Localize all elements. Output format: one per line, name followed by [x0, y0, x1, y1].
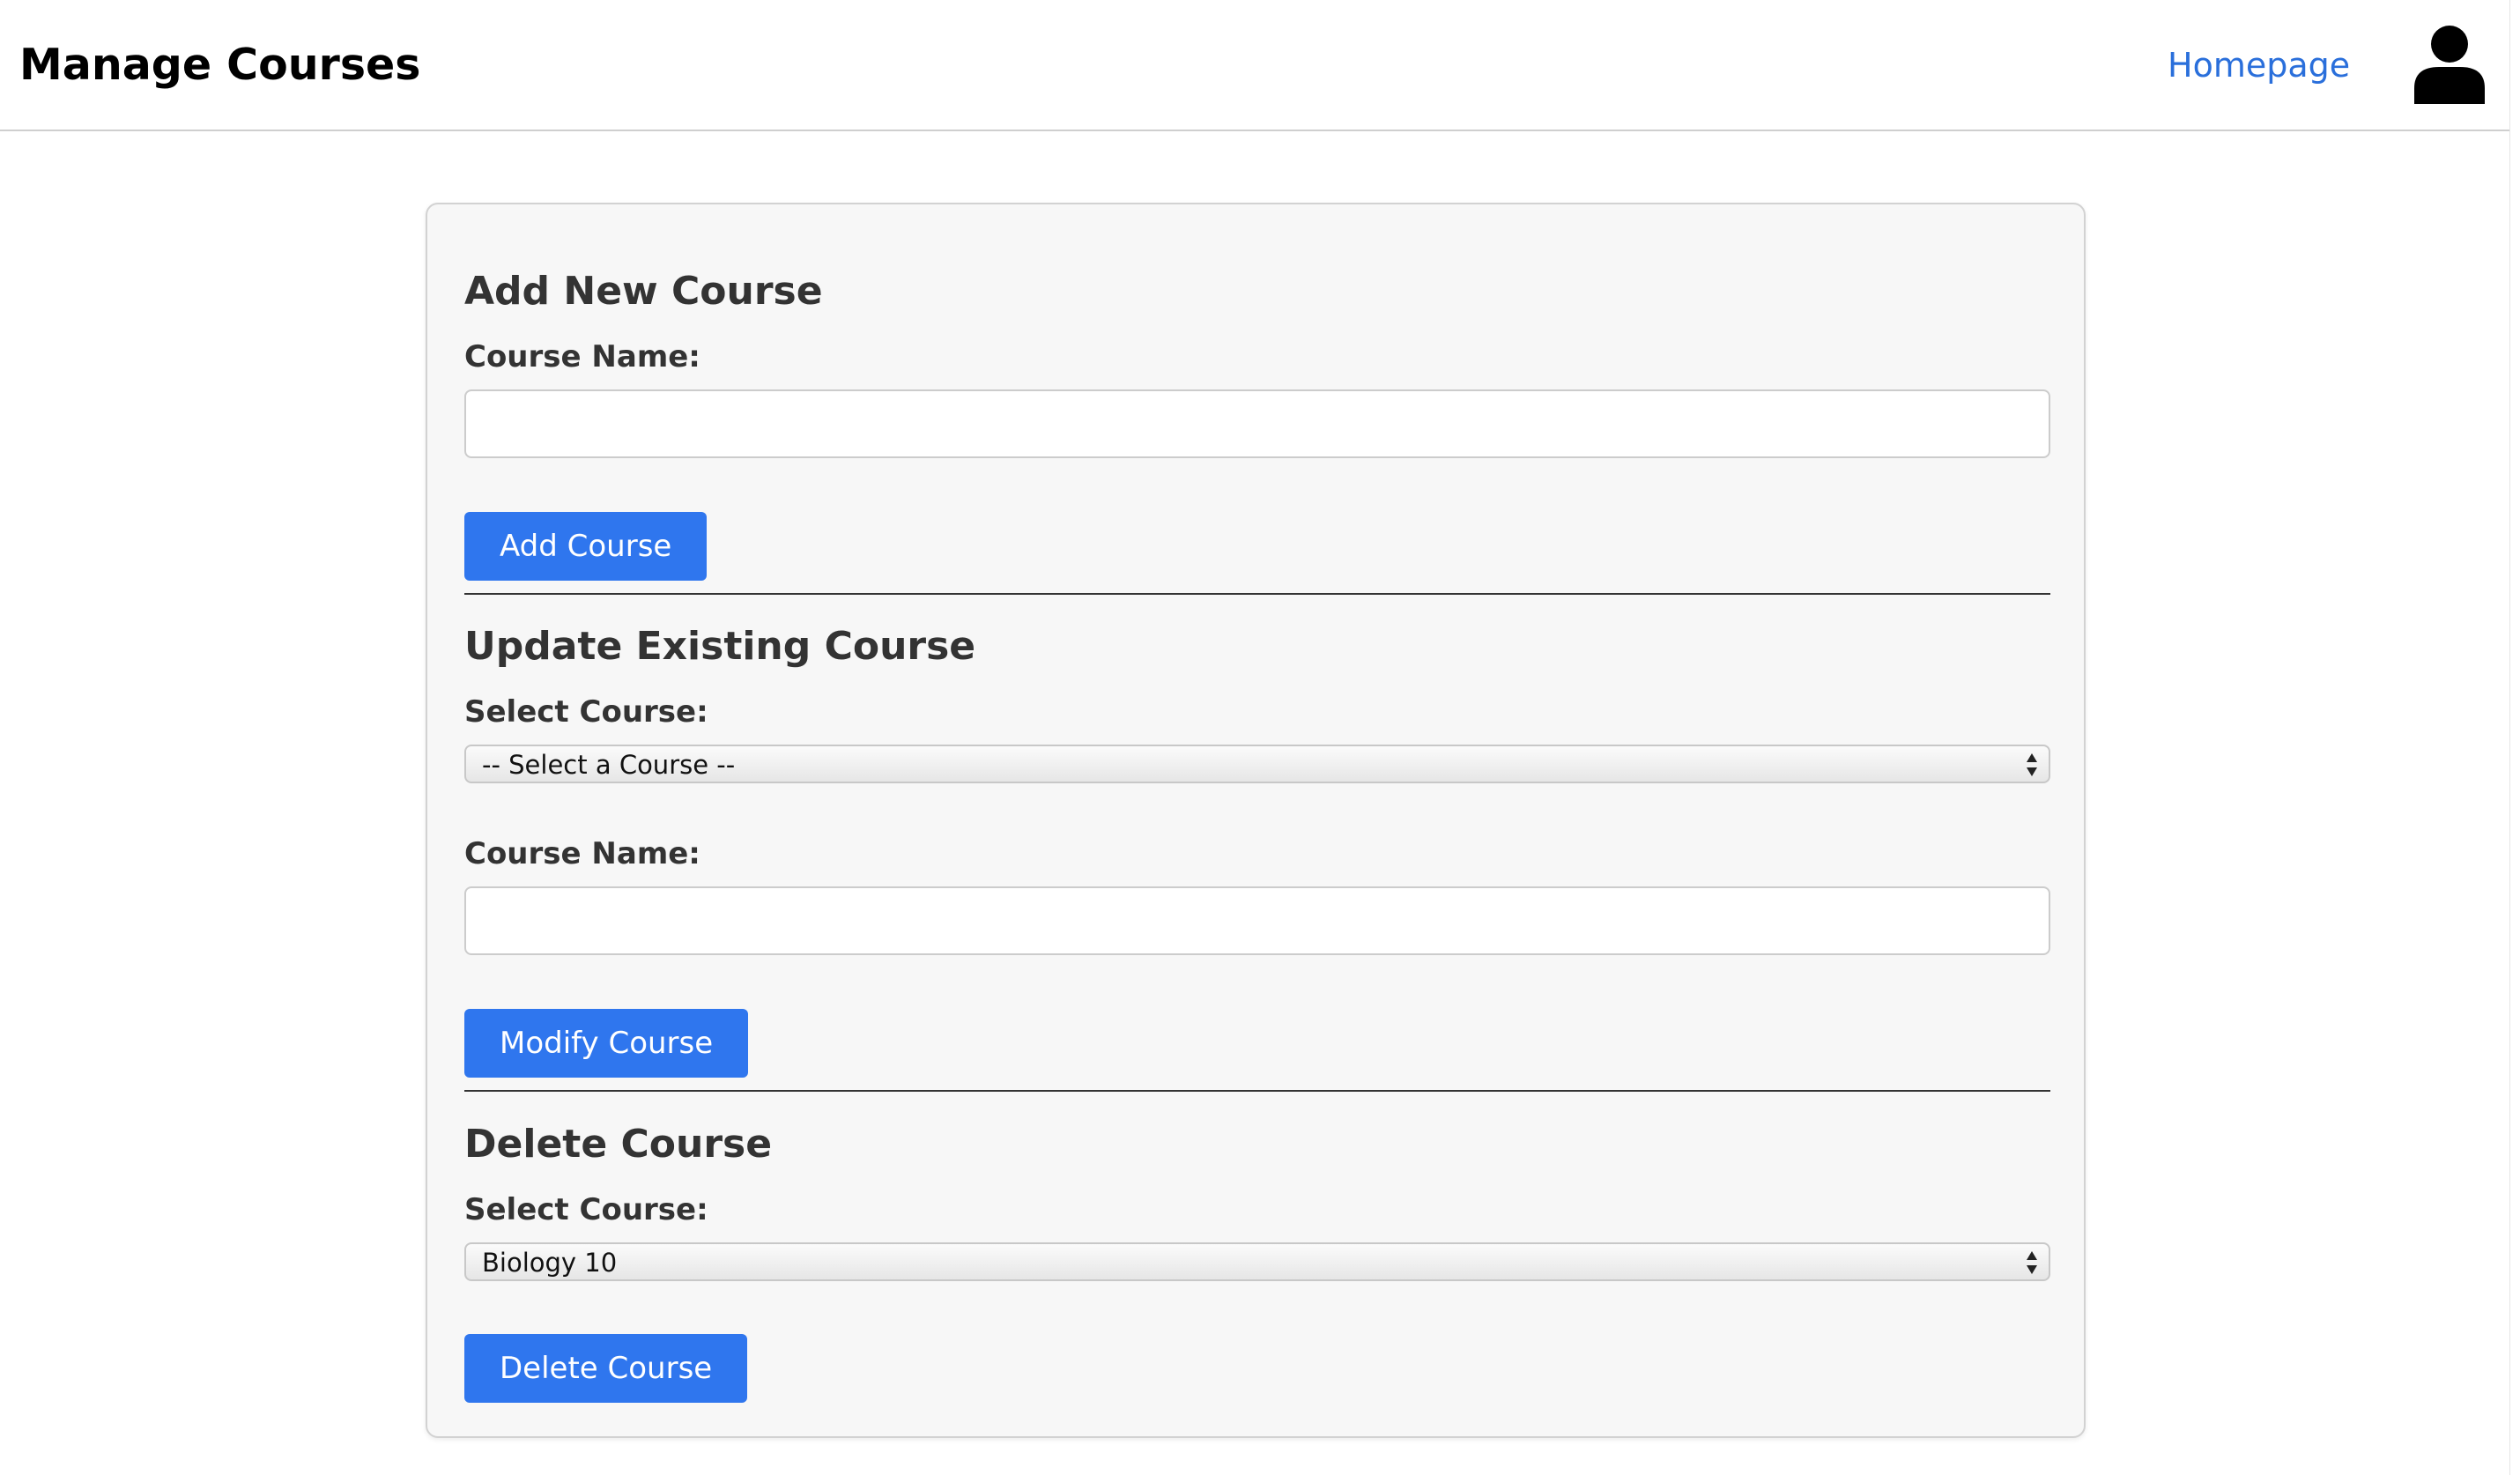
update-course-heading: Update Existing Course	[464, 624, 976, 669]
add-course-button[interactable]: Add Course	[464, 512, 708, 581]
update-course-select-label: Select Course:	[464, 694, 708, 730]
delete-course-button[interactable]: Delete Course	[464, 1334, 748, 1403]
page: Manage Courses Homepage Add New Course C…	[0, 0, 2520, 1475]
section-divider	[464, 1090, 2050, 1092]
add-course-name-input[interactable]	[464, 389, 2050, 458]
delete-course-select[interactable]: Biology 10	[464, 1242, 2050, 1281]
select-arrows-icon	[2027, 1251, 2037, 1274]
modify-course-button[interactable]: Modify Course	[464, 1009, 749, 1078]
update-course-name-input[interactable]	[464, 886, 2050, 955]
homepage-link[interactable]: Homepage	[2168, 44, 2350, 86]
add-course-heading: Add New Course	[464, 269, 823, 314]
page-title: Manage Courses	[19, 40, 421, 90]
manage-courses-card: Add New Course Course Name: Add Course U…	[426, 203, 2086, 1438]
top-header: Manage Courses Homepage	[0, 0, 2509, 131]
section-divider	[464, 593, 2050, 595]
add-course-name-label: Course Name:	[464, 339, 700, 374]
window-scroll-edge	[2509, 0, 2520, 1475]
delete-course-select-value: Biology 10	[482, 1248, 618, 1278]
user-icon-graphic	[2414, 26, 2485, 104]
delete-course-select-label: Select Course:	[464, 1192, 708, 1227]
update-course-name-label: Course Name:	[464, 836, 700, 871]
user-icon[interactable]	[2413, 25, 2487, 104]
delete-course-heading: Delete Course	[464, 1122, 773, 1167]
update-course-select-value: -- Select a Course --	[482, 750, 736, 780]
update-course-select[interactable]: -- Select a Course --	[464, 745, 2050, 783]
select-arrows-icon	[2027, 753, 2037, 776]
